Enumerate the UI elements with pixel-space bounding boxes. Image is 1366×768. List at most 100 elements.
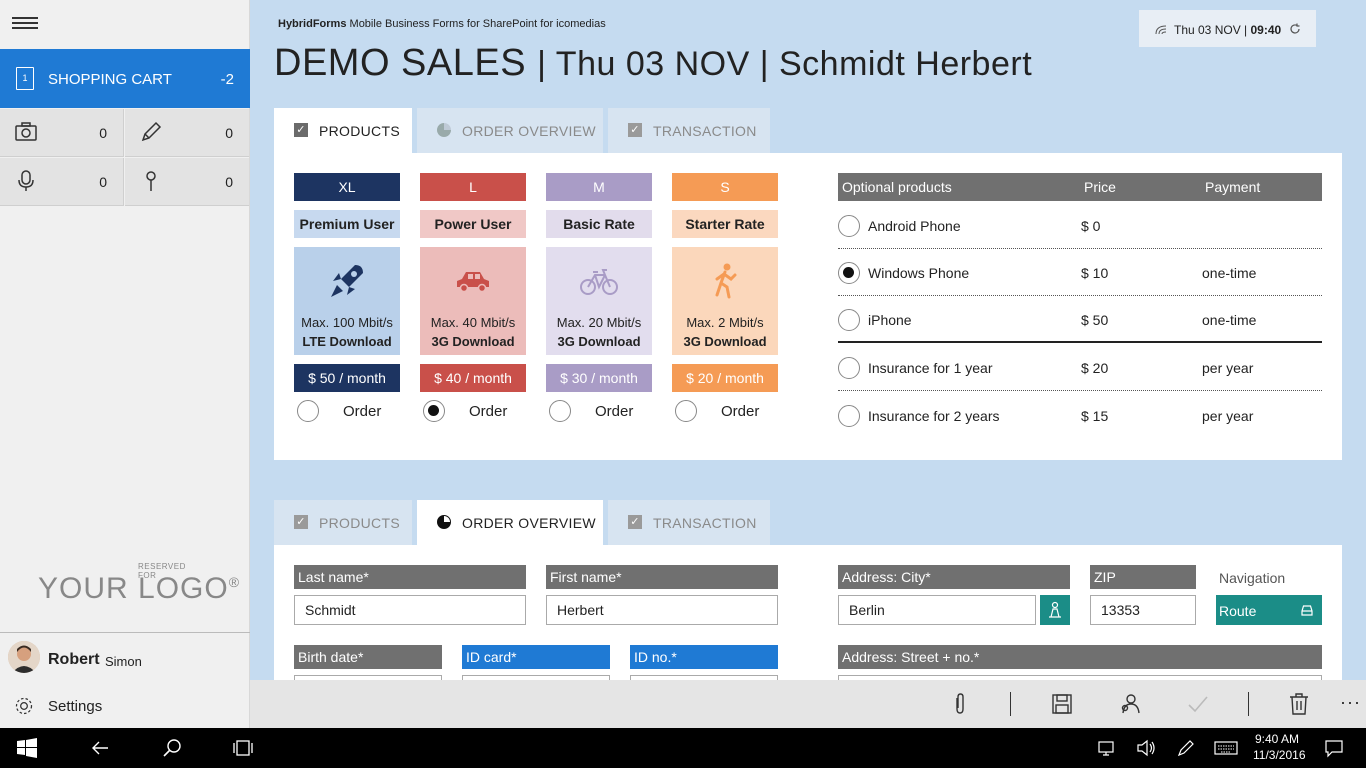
route-button[interactable]: Route [1216, 595, 1322, 625]
share-users-icon[interactable] [1118, 692, 1142, 716]
tab-label: PRODUCTS [319, 515, 400, 531]
more-icon[interactable]: ··· [1340, 692, 1361, 713]
optional-product-radio[interactable] [838, 215, 860, 237]
separator [1248, 692, 1249, 716]
keyboard-icon[interactable] [1214, 738, 1238, 758]
optional-product-name: Insurance for 2 years [868, 408, 1000, 424]
plan-card[interactable]: Max. 100 Mbit/s LTE Download [294, 247, 400, 355]
sync-status[interactable]: Thu 03 NOV | 09:40 [1139, 10, 1316, 47]
notification-icon[interactable] [1324, 738, 1344, 758]
navigation-label: Navigation [1219, 570, 1286, 586]
paperclip-icon[interactable] [948, 692, 972, 716]
tab-products[interactable]: ✓ PRODUCTS [274, 108, 412, 154]
optional-product-price: $ 15 [1081, 408, 1109, 424]
command-bar: ··· [250, 680, 1366, 728]
street-label: Address: Street + no.* [838, 645, 1322, 669]
optional-product-row[interactable]: Insurance for 1 year $ 20 per year [838, 344, 1322, 391]
windows-start-icon[interactable] [17, 738, 37, 758]
tab-products-2[interactable]: ✓ PRODUCTS [274, 500, 412, 546]
microphone-icon [18, 170, 34, 191]
hamburger-menu-icon[interactable] [12, 14, 38, 34]
network-icon[interactable] [1097, 738, 1117, 758]
audio-attachments[interactable]: 0 [0, 158, 124, 206]
last-name-input[interactable]: Schmidt [294, 595, 526, 625]
plan-order-radio[interactable] [549, 400, 571, 422]
shopping-cart-count: -2 [220, 71, 234, 88]
first-name-input[interactable]: Herbert [546, 595, 778, 625]
tab-label: TRANSACTION [653, 515, 757, 531]
optional-product-name: Windows Phone [868, 265, 970, 281]
id-card-label: ID card* [462, 645, 610, 669]
column-header-price: Price [1084, 179, 1116, 195]
volume-icon[interactable] [1136, 738, 1156, 758]
checkbox-icon: ✓ [628, 515, 642, 529]
plan-name: Power User [420, 210, 526, 238]
gear-icon[interactable] [14, 696, 34, 716]
checkbox-icon: ✓ [628, 123, 642, 137]
taskbar-date: 11/3/2016 [1253, 748, 1306, 762]
taskbar-clock[interactable]: 9:40 AM 11/3/2016 [1253, 731, 1306, 763]
plan-download: 3G Download [431, 334, 515, 349]
check-icon[interactable] [1186, 692, 1210, 716]
clock-text: Thu 03 NOV | 09:40 [1174, 23, 1282, 37]
tab-order-overview-2[interactable]: ORDER OVERVIEW [417, 500, 603, 546]
plan-size-badge: S [672, 173, 778, 201]
pen-ink-icon[interactable] [1176, 738, 1196, 758]
tab-label: ORDER OVERVIEW [462, 515, 596, 531]
plan-card[interactable]: Max. 40 Mbit/s 3G Download [420, 247, 526, 355]
settings-link[interactable]: Settings [48, 698, 102, 715]
zip-label: ZIP [1090, 565, 1196, 589]
optional-product-radio[interactable] [838, 405, 860, 427]
plan-card[interactable]: Max. 20 Mbit/s 3G Download [546, 247, 652, 355]
pin-icon [146, 171, 156, 191]
tab-label: TRANSACTION [653, 123, 757, 139]
optional-product-price: $ 50 [1081, 312, 1109, 328]
plan-card[interactable]: Max. 2 Mbit/s 3G Download [672, 247, 778, 355]
camera-icon [15, 122, 37, 141]
user-profile[interactable]: Robert Simon [0, 632, 250, 680]
shopping-cart-item[interactable]: 1 SHOPPING CART -2 [0, 49, 250, 108]
plan-order-radio[interactable] [675, 400, 697, 422]
location-attachments[interactable]: 0 [125, 158, 249, 206]
sidebar: 1 SHOPPING CART -2 0 0 0 0 RESERVED FOR … [0, 0, 250, 728]
optional-product-payment: per year [1202, 408, 1254, 424]
refresh-icon[interactable] [1289, 23, 1301, 35]
optional-product-radio[interactable] [838, 262, 860, 284]
tab-order-overview[interactable]: ORDER OVERVIEW [417, 108, 603, 154]
person-pin-icon [1049, 601, 1061, 618]
optional-product-price: $ 20 [1081, 360, 1109, 376]
optional-product-row[interactable]: Windows Phone $ 10 one-time [838, 249, 1322, 296]
camera-count: 0 [99, 125, 107, 141]
taskbar-time: 9:40 AM [1254, 732, 1300, 746]
optional-product-row[interactable]: Insurance for 2 years $ 15 per year [838, 392, 1322, 439]
audio-count: 0 [99, 174, 107, 190]
optional-product-name: Insurance for 1 year [868, 360, 993, 376]
optional-product-price: $ 0 [1081, 218, 1101, 234]
optional-product-row[interactable]: Android Phone $ 0 [838, 202, 1322, 249]
user-first-name: Robert [48, 651, 100, 668]
save-icon[interactable] [1050, 692, 1074, 716]
plan-order-label: Order [721, 403, 760, 420]
map-lookup-button[interactable] [1040, 595, 1070, 625]
pen-attachments[interactable]: 0 [125, 109, 249, 157]
plan-order-radio[interactable] [297, 400, 319, 422]
tab-transaction[interactable]: ✓ TRANSACTION [608, 108, 770, 154]
optional-product-radio[interactable] [838, 309, 860, 331]
back-arrow-icon[interactable] [90, 738, 110, 758]
optional-product-radio[interactable] [838, 357, 860, 379]
camera-attachments[interactable]: 0 [0, 109, 124, 157]
trash-icon[interactable] [1287, 692, 1311, 716]
optional-product-row[interactable]: iPhone $ 50 one-time [838, 296, 1322, 343]
last-name-label: Last name* [294, 565, 526, 589]
pen-count: 0 [225, 125, 233, 141]
zip-input[interactable]: 13353 [1090, 595, 1196, 625]
optional-products-header: Optional products Price Payment [838, 173, 1322, 201]
column-header-payment: Payment [1205, 179, 1261, 195]
plan-price: $ 30 / month [546, 364, 652, 392]
tab-transaction-2[interactable]: ✓ TRANSACTION [608, 500, 770, 546]
first-name-label: First name* [546, 565, 778, 589]
task-view-icon[interactable] [233, 738, 253, 758]
city-input[interactable]: Berlin [838, 595, 1036, 625]
plan-order-radio[interactable] [423, 400, 445, 422]
search-icon[interactable] [162, 738, 182, 758]
